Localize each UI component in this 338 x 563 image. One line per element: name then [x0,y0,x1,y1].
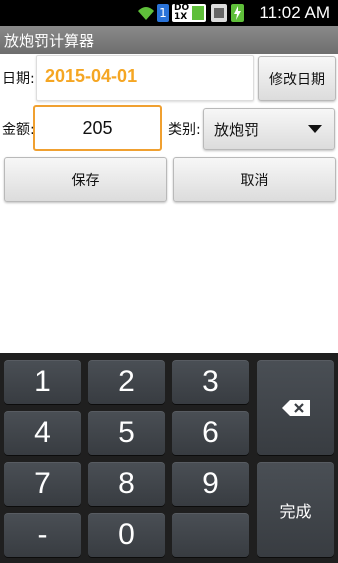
key-2[interactable]: 2 [88,360,165,404]
key-0[interactable]: 0 [88,513,165,557]
key-blank[interactable] [172,513,249,557]
app-title: 放炮罚计算器 [4,32,95,50]
key-3[interactable]: 3 [172,360,249,404]
key-7[interactable]: 7 [4,462,81,506]
key-label: - [37,518,48,551]
category-label: 类别: [168,122,201,138]
sim-label: 1 [159,6,167,20]
key-label: 1 [34,365,51,398]
done-button[interactable]: 完成 [257,462,334,557]
category-dropdown[interactable]: 放炮罚 [203,108,335,150]
key-label: 5 [118,416,135,449]
change-date-label: 修改日期 [269,71,325,88]
key-label: 3 [202,365,219,398]
notification-icon [211,4,227,22]
key-label: 4 [34,416,51,449]
key-label: 8 [118,467,135,500]
date-value: 2015-04-01 [45,66,138,86]
wifi-icon [138,7,154,20]
save-label: 保存 [71,172,100,189]
key-label: 6 [202,416,219,449]
app-title-bar: 放炮罚计算器 [0,26,338,54]
category-value: 放炮罚 [214,121,260,139]
key-5[interactable]: 5 [88,411,165,455]
key-9[interactable]: 9 [172,462,249,506]
sim1-icon: 1 [157,4,169,22]
key-8[interactable]: 8 [88,462,165,506]
battery-charging-icon [231,4,244,22]
data-rate-icon: DO 1X [172,4,206,22]
save-button[interactable]: 保存 [4,157,167,202]
amount-label: 金额: [2,122,35,138]
status-bar: 1 DO 1X 11:02 AM [0,0,338,26]
key-label: 9 [202,467,219,500]
backspace-icon [281,399,310,416]
key-label: 7 [34,467,51,500]
date-field: 2015-04-01 [36,55,254,101]
done-label: 完成 [279,501,312,521]
numeric-keyboard: 1 2 3 4 5 6 7 8 9 - 0 完成 [0,353,338,563]
dropdown-arrow-icon [308,125,322,133]
cancel-button[interactable]: 取消 [173,157,336,202]
backspace-button[interactable] [257,360,334,455]
date-label: 日期: [2,71,35,87]
key-label: 2 [118,365,135,398]
clock: 11:02 AM [259,3,330,22]
key-label: 0 [118,518,135,551]
change-date-button[interactable]: 修改日期 [258,56,336,101]
amount-input[interactable]: 205 [33,105,162,151]
key-4[interactable]: 4 [4,411,81,455]
amount-value: 205 [82,117,113,138]
key-minus[interactable]: - [4,513,81,557]
cancel-label: 取消 [240,172,269,189]
key-6[interactable]: 6 [172,411,249,455]
key-1[interactable]: 1 [4,360,81,404]
